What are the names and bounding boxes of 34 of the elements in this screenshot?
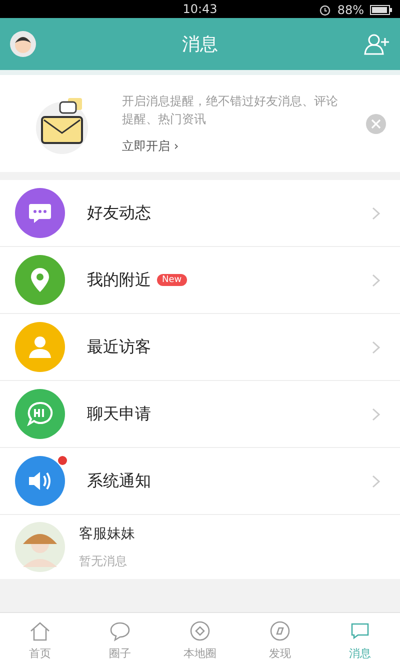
banner-message: 开启消息提醒，绝不错过好友消息、评论提醒、热门资讯 xyxy=(122,93,339,128)
tab-icon xyxy=(189,620,211,642)
avatar-icon[interactable] xyxy=(10,31,36,57)
add-friend-icon[interactable] xyxy=(364,33,390,55)
avatar-icon xyxy=(15,522,65,572)
menu-row[interactable]: 我的附近 New xyxy=(0,247,400,314)
tab-icon xyxy=(109,620,131,642)
battery-percent: 88% xyxy=(337,3,364,17)
close-icon[interactable] xyxy=(366,114,386,134)
menu-label: 最近访客 xyxy=(87,336,151,358)
tab-icon xyxy=(29,620,51,642)
chevron-icon xyxy=(372,340,380,354)
menu-row[interactable]: 好友动态 xyxy=(0,180,400,247)
battery-icon xyxy=(370,5,392,15)
chevron-icon xyxy=(372,408,380,420)
menu-row[interactable]: 系统通知 xyxy=(0,448,400,515)
page-title: 消息 xyxy=(182,33,218,56)
menu-label: 我的附近 xyxy=(87,270,151,290)
chevron-icon xyxy=(372,206,380,220)
menu-label: 聊天申请 xyxy=(87,404,151,424)
new-badge: New xyxy=(157,274,187,286)
contact-row[interactable]: 客服妹妹 暂无消息 xyxy=(0,515,400,579)
menu-label: 系统通知 xyxy=(87,470,151,492)
menu-label: 好友动态 xyxy=(87,202,151,224)
alarm-icon xyxy=(319,4,332,16)
enable-link[interactable]: 立即开启 › xyxy=(122,138,346,155)
tab-icon xyxy=(269,620,291,642)
chevron-icon xyxy=(372,274,380,286)
clock-time: 10:43 xyxy=(182,2,218,16)
chevron-icon xyxy=(372,474,380,488)
contact-name: 客服妹妹 xyxy=(79,524,135,542)
menu-row[interactable]: 最近访客 xyxy=(0,314,400,381)
menu-row[interactable]: 聊天申请 xyxy=(0,381,400,448)
message-preview: 暂无消息 xyxy=(79,552,128,570)
